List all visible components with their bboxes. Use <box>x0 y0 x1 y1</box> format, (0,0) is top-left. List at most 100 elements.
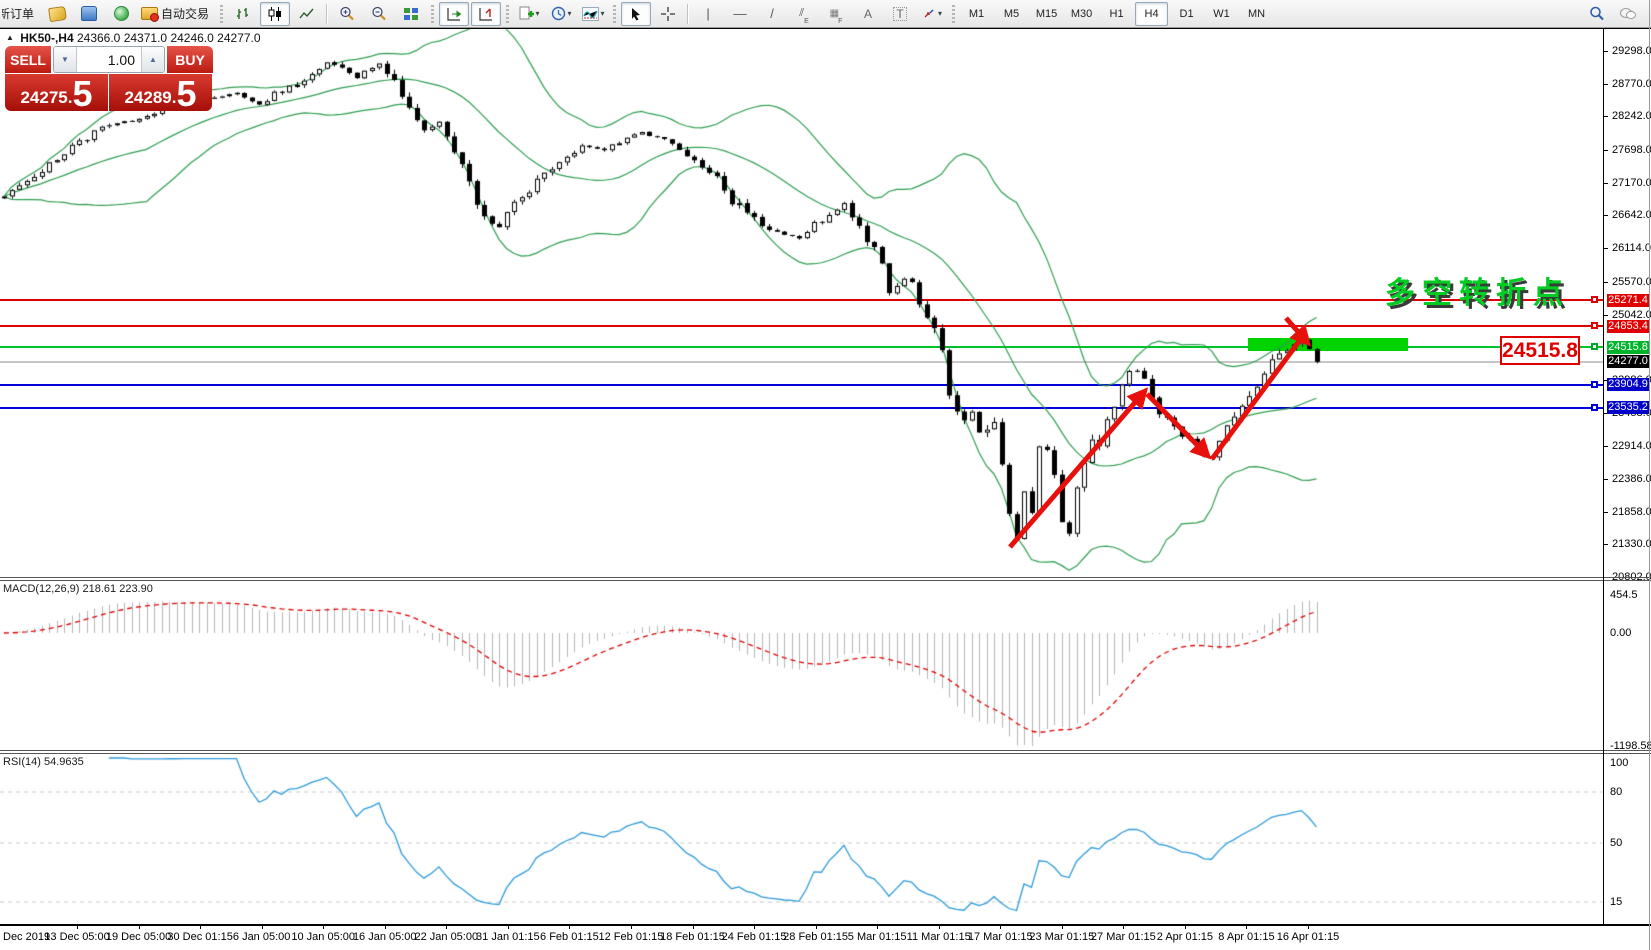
time-axis-label: 24 Feb 01:15 <box>721 931 787 943</box>
timeframe-h4[interactable]: H4 <box>1135 1 1169 26</box>
toolbar-drag-handle[interactable] <box>220 4 224 23</box>
bar-chart-button[interactable] <box>228 2 258 26</box>
time-axis-label: 23 Mar 01:15 <box>1029 931 1095 943</box>
buy-button[interactable]: BUY <box>167 46 213 73</box>
toolbar-drag-handle[interactable] <box>952 4 956 23</box>
volume-decrease-button[interactable]: ▼ <box>54 47 77 72</box>
macd-pane-separator2[interactable] <box>0 580 1651 581</box>
arrows-button[interactable]: ▾ <box>917 2 947 26</box>
ohlc-close: 24277.0 <box>217 31 261 45</box>
level-line-handle[interactable] <box>1591 343 1598 351</box>
timeframe-mn[interactable]: MN <box>1240 2 1273 26</box>
toolbar: 新订单 自动交易 ▾ ▾ ▾ | — / ⫽ E ▦ F A T ▾ M1 M5… <box>0 0 1651 28</box>
periods-button[interactable]: ▾ <box>546 2 576 26</box>
macd-value-signal: 223.90 <box>119 583 153 595</box>
cursor-button[interactable] <box>621 1 652 26</box>
timeframe-h1[interactable]: H1 <box>1100 2 1133 26</box>
time-tick-mark <box>1308 925 1309 929</box>
new-chart-icon <box>519 6 534 20</box>
search-icon <box>1589 6 1604 21</box>
level-line-handle[interactable] <box>1591 403 1598 411</box>
horizontal-line-button[interactable]: — <box>725 2 755 26</box>
volume-increase-button[interactable]: ▲ <box>141 47 164 72</box>
ohlc-high: 24371.0 <box>123 31 168 45</box>
sell-price-display[interactable]: 24275. 5 <box>5 74 108 112</box>
level-callout-box[interactable]: 24515.8 <box>1500 336 1580 365</box>
chart-top-border <box>0 28 1651 29</box>
indicator-axis-label: 100 <box>1610 757 1629 769</box>
collapse-triangle-icon[interactable]: ▲ <box>6 33 14 42</box>
auto-scroll-icon <box>447 7 462 21</box>
chart-shift-button[interactable] <box>471 1 502 26</box>
time-axis-label: 6 Feb 01:15 <box>540 931 599 943</box>
toolbar-drag-handle[interactable] <box>506 4 510 23</box>
level-line-handle[interactable] <box>1591 322 1598 330</box>
time-tick-mark <box>138 925 140 929</box>
chart-canvas[interactable] <box>0 0 1651 950</box>
market-watch-button[interactable] <box>42 2 72 26</box>
vertical-line-button[interactable]: | <box>693 2 723 26</box>
cursor-icon <box>632 7 641 20</box>
candlestick-chart-icon <box>268 6 282 21</box>
toolbar-separator <box>687 3 690 24</box>
line-chart-button[interactable] <box>292 2 322 26</box>
volume-input[interactable] <box>77 47 141 72</box>
auto-trading-button[interactable]: 自动交易 <box>138 2 215 26</box>
timeframe-m30[interactable]: M30 <box>1065 2 1098 26</box>
time-tick-mark <box>77 925 78 929</box>
bar-chart-icon <box>237 7 249 19</box>
buy-price-display[interactable]: 24289. 5 <box>109 74 212 112</box>
timeframe-w1[interactable]: W1 <box>1205 2 1238 26</box>
time-axis-label: 28 Feb 01:15 <box>783 931 849 943</box>
new-order-button[interactable]: 新订单 <box>1 2 40 26</box>
text-icon: A <box>864 6 873 21</box>
time-tick-mark <box>1123 925 1125 929</box>
time-tick-mark <box>323 925 325 929</box>
zoom-in-icon <box>340 6 354 21</box>
time-axis-label: 2 Apr 01:15 <box>1156 931 1214 943</box>
timeframe-m5[interactable]: M5 <box>995 2 1028 26</box>
time-tick-mark <box>1061 925 1063 929</box>
zoom-in-button[interactable] <box>332 2 362 26</box>
price-level-chip: 24853.4 <box>1607 319 1649 333</box>
chat-button[interactable] <box>1613 2 1643 26</box>
tile-windows-button[interactable] <box>396 2 426 26</box>
auto-scroll-button[interactable] <box>439 1 470 26</box>
alerts-button[interactable] <box>106 2 136 26</box>
candlestick-chart-button[interactable] <box>260 1 291 26</box>
sound-icon <box>113 6 129 21</box>
zoom-out-button[interactable] <box>364 2 394 26</box>
toolbar-drag-handle[interactable] <box>613 4 617 23</box>
trendline-icon: / <box>770 6 774 21</box>
level-line-handle[interactable] <box>1591 296 1598 304</box>
time-tick-mark <box>507 925 509 929</box>
vertical-line-icon: | <box>706 6 710 21</box>
data-window-button[interactable] <box>74 2 104 26</box>
time-tick-mark <box>692 925 694 929</box>
time-tick-mark <box>754 925 756 929</box>
macd-pane-separator[interactable] <box>0 577 1651 578</box>
timeframe-m15[interactable]: M15 <box>1030 2 1063 26</box>
rsi-pane-separator[interactable] <box>0 750 1651 751</box>
fibonacci-button[interactable]: ▦ F <box>821 2 851 26</box>
level-line-handle[interactable] <box>1591 380 1598 388</box>
mt4-window: 新订单 自动交易 ▾ ▾ ▾ | — / ⫽ E ▦ F A T ▾ M1 M5… <box>0 0 1651 950</box>
equidistant-channel-button[interactable]: ⫽ E <box>789 2 819 26</box>
search-button[interactable] <box>1581 2 1611 26</box>
text-label-button[interactable]: T <box>885 2 915 26</box>
indicators-button[interactable]: ▾ <box>578 2 608 26</box>
time-axis-label: 22 Jan 05:00 <box>414 931 479 943</box>
chart-shift-icon <box>479 7 493 21</box>
crosshair-button[interactable] <box>653 2 683 26</box>
rsi-pane-separator2[interactable] <box>0 753 1651 754</box>
turning-point-annotation[interactable]: 多空转折点 <box>1385 268 1570 312</box>
trendline-button[interactable]: / <box>757 2 787 26</box>
toolbar-drag-handle[interactable] <box>431 4 435 23</box>
timeframe-m1[interactable]: M1 <box>960 2 993 26</box>
text-button[interactable]: A <box>853 2 883 26</box>
chevron-down-icon: ▾ <box>600 9 605 18</box>
new-chart-button[interactable]: ▾ <box>514 2 544 26</box>
timeframe-d1[interactable]: D1 <box>1170 2 1203 26</box>
indicators-icon <box>581 6 599 21</box>
sell-button[interactable]: SELL <box>5 46 51 73</box>
